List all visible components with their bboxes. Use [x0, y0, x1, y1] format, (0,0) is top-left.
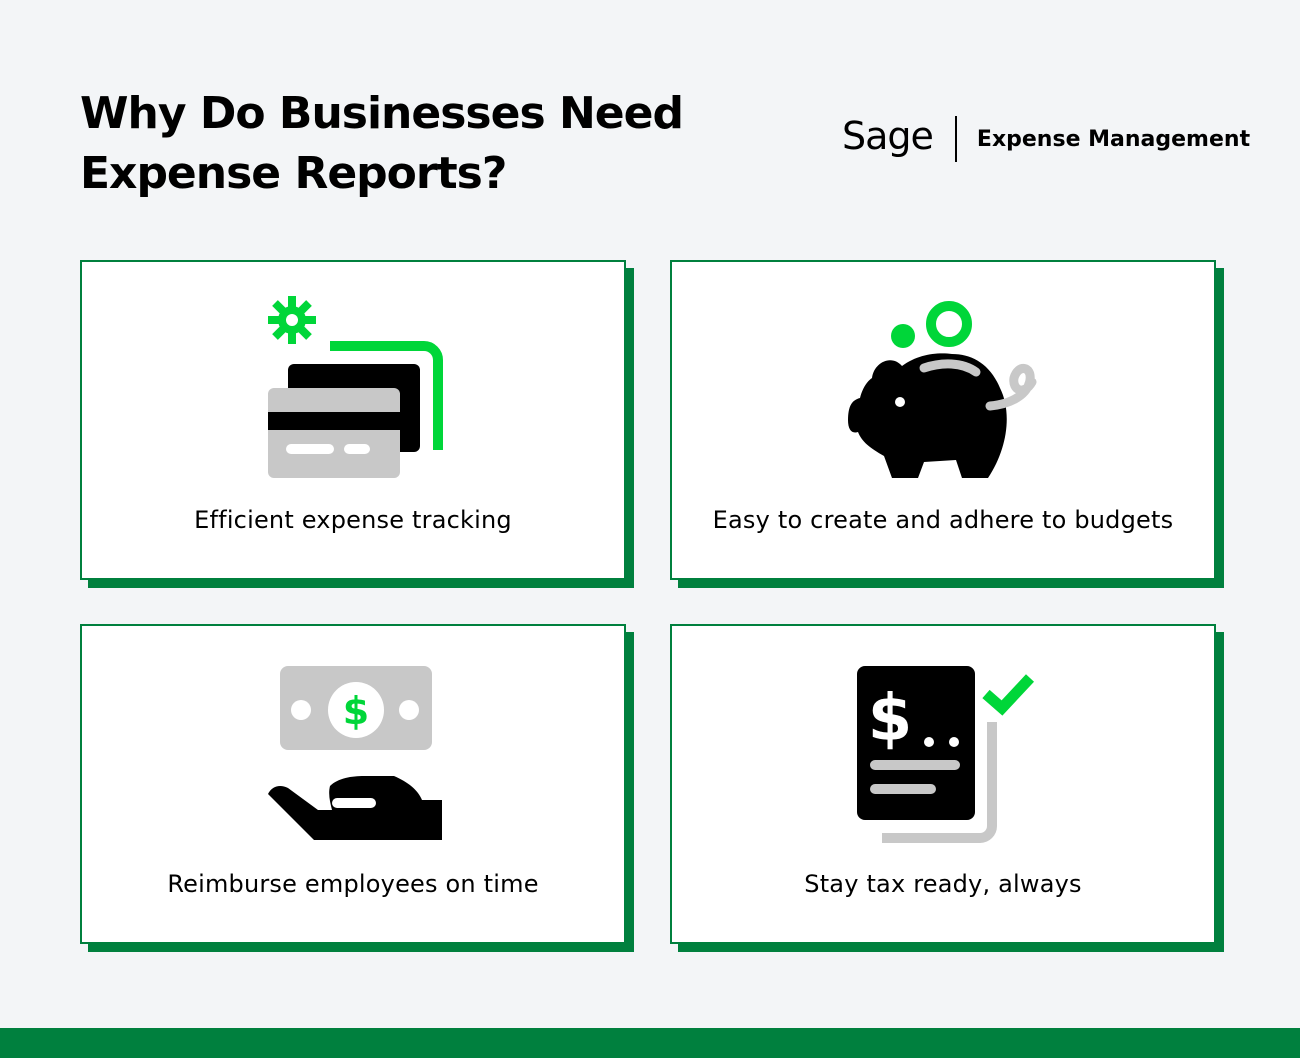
footer-bar	[0, 1028, 1300, 1058]
card-label: Efficient expense tracking	[194, 506, 512, 534]
card-expense-tracking: Efficient expense tracking	[80, 260, 626, 580]
svg-text:$: $	[868, 682, 913, 756]
tax-receipt-check-icon: $	[857, 666, 1035, 843]
card-label: Reimburse employees on time	[167, 870, 539, 898]
brand-divider	[954, 116, 957, 162]
card-label: Stay tax ready, always	[804, 870, 1082, 898]
card-tax-ready: $ Stay tax ready, always	[670, 624, 1216, 944]
card-budgets: Easy to create and adhere to budgets	[670, 260, 1216, 580]
page-title: Why Do Businesses Need Expense Reports?	[80, 84, 684, 204]
cash-hand-icon: $	[268, 666, 442, 840]
title-line-2: Expense Reports?	[80, 148, 507, 199]
brand-subtitle: Expense Management	[976, 126, 1251, 152]
card-label: Easy to create and adhere to budgets	[712, 506, 1174, 534]
brand-lockup: Sage Expense Management	[842, 114, 1250, 164]
title-line-1: Why Do Businesses Need	[80, 88, 684, 139]
sage-logo: Sage	[842, 114, 934, 158]
card-reimburse: $ Reimburse employees on time	[80, 624, 626, 944]
credit-cards-gear-icon	[268, 296, 443, 478]
piggy-bank-icon	[848, 301, 1037, 478]
svg-text:$: $	[343, 689, 369, 733]
